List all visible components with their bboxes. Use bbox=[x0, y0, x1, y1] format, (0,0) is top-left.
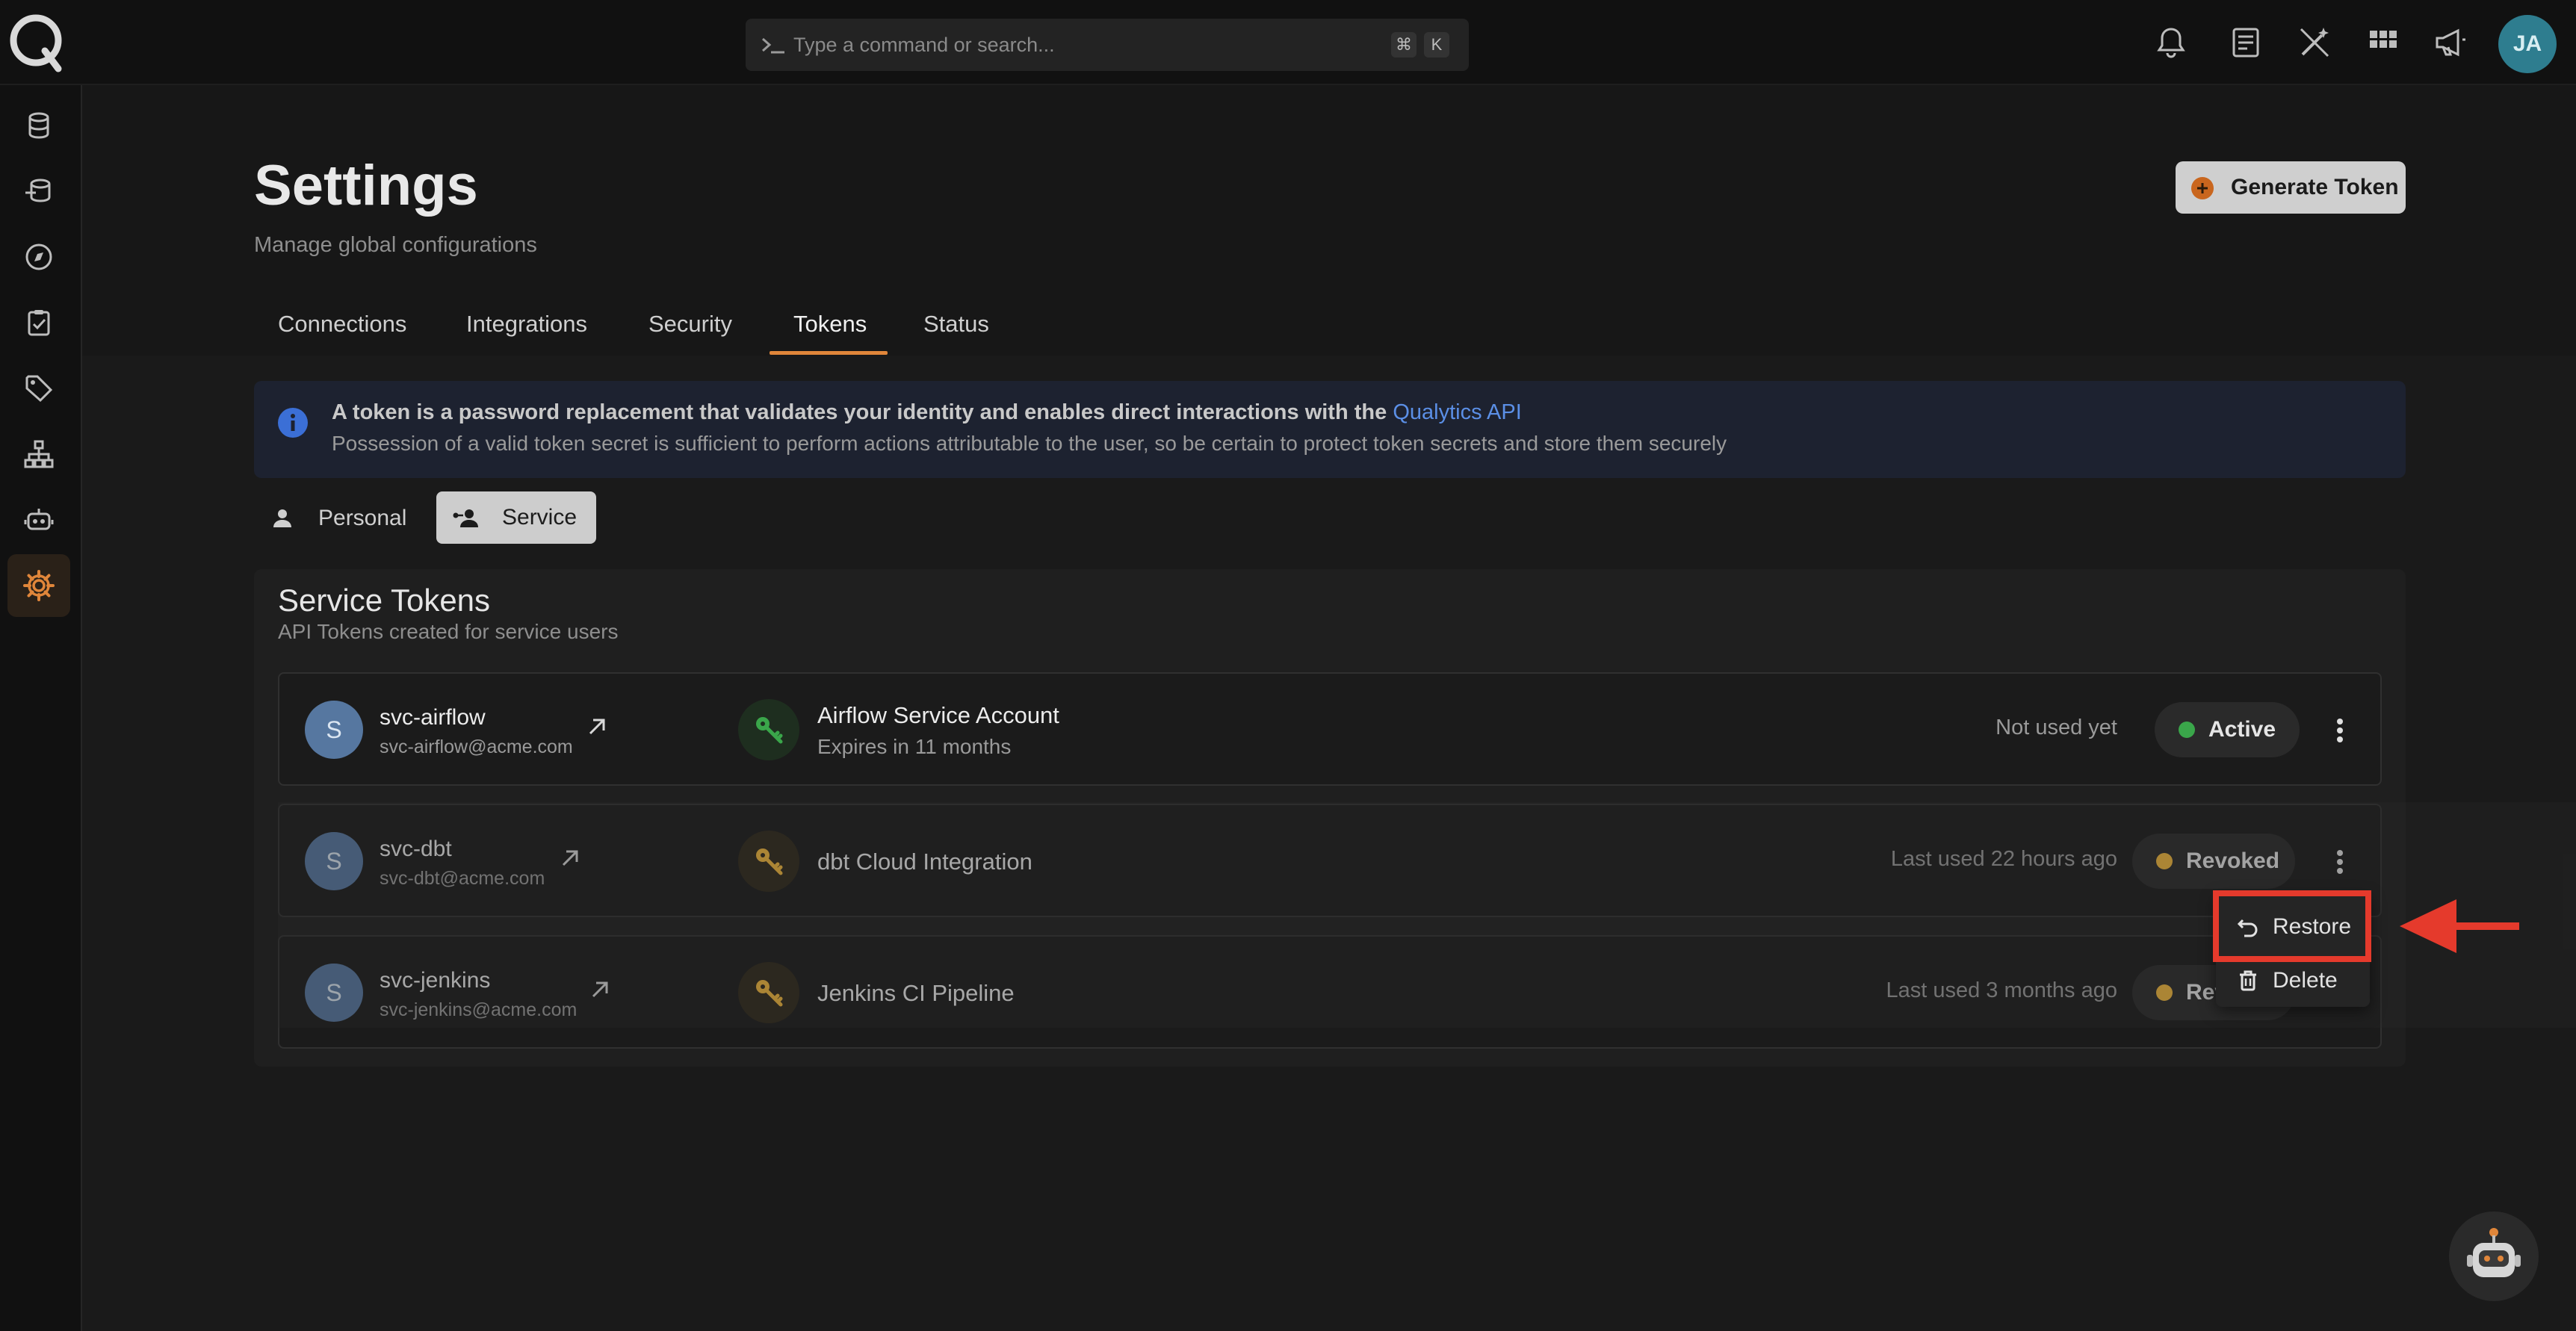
token-expiry: Expires in 11 months bbox=[817, 735, 1012, 758]
sidebar bbox=[0, 85, 82, 1331]
toggle-service-label: Service bbox=[502, 505, 578, 530]
token-last-used: Not used yet bbox=[1996, 716, 2117, 739]
tab-security[interactable]: Security bbox=[648, 311, 732, 338]
more-options-icon[interactable] bbox=[2325, 716, 2355, 745]
toggle-personal[interactable]: Personal bbox=[263, 493, 420, 544]
magic-wand-icon[interactable] bbox=[2297, 25, 2332, 60]
robot-icon bbox=[24, 509, 54, 530]
service-user-avatar: S bbox=[305, 701, 363, 759]
banner-line-1: A token is a password replacement that v… bbox=[332, 400, 1522, 425]
data-stack-icon bbox=[25, 179, 51, 202]
shortcut-cmd-key: ⌘ bbox=[1391, 32, 1417, 58]
shortcut-k-key: K bbox=[1424, 32, 1449, 58]
database-icon bbox=[28, 112, 49, 139]
card-title: Service Tokens bbox=[278, 583, 491, 618]
service-user-icon bbox=[453, 509, 478, 527]
sidebar-item-enrichment[interactable] bbox=[7, 160, 70, 223]
gear-icon bbox=[23, 570, 55, 601]
apps-grid-icon[interactable] bbox=[2365, 25, 2401, 60]
top-bar: Type a command or search... ⌘ K JA bbox=[0, 0, 2576, 85]
notes-icon[interactable] bbox=[2228, 25, 2264, 60]
trash-icon bbox=[2240, 970, 2256, 991]
delete-label: Delete bbox=[2273, 968, 2338, 993]
tab-status[interactable]: Status bbox=[923, 311, 989, 338]
page-title: Settings bbox=[254, 154, 478, 217]
toggle-service[interactable]: Service bbox=[436, 491, 596, 544]
service-email: svc-airflow@acme.com bbox=[380, 736, 573, 757]
sidebar-item-datastores[interactable] bbox=[7, 94, 70, 157]
sidebar-item-agents[interactable] bbox=[7, 488, 70, 551]
pointer-arrow-icon bbox=[2400, 899, 2519, 953]
hierarchy-icon bbox=[24, 440, 54, 468]
active-tab-indicator bbox=[770, 351, 888, 355]
token-name: Airflow Service Account bbox=[817, 702, 1059, 728]
info-icon bbox=[278, 408, 308, 438]
checklist-icon bbox=[28, 310, 50, 336]
megaphone-icon[interactable] bbox=[2433, 25, 2468, 60]
card-subtitle: API Tokens created for service users bbox=[278, 620, 619, 643]
terminal-prompt-icon bbox=[762, 37, 784, 54]
info-banner: A token is a password replacement that v… bbox=[254, 381, 2406, 478]
banner-line-2: Possession of a valid token secret is su… bbox=[332, 432, 1727, 455]
restore-highlight-box bbox=[2213, 890, 2371, 962]
tag-icon bbox=[25, 375, 53, 403]
assistant-bot-button[interactable] bbox=[2449, 1211, 2539, 1301]
status-dot bbox=[2179, 722, 2195, 738]
open-external-icon[interactable] bbox=[586, 716, 608, 738]
robot-assistant-icon bbox=[2467, 1228, 2521, 1277]
key-icon bbox=[756, 717, 783, 744]
generate-token-label: Generate Token bbox=[2231, 175, 2399, 199]
service-username: svc-airflow bbox=[380, 705, 486, 730]
page-subtitle: Manage global configurations bbox=[254, 233, 537, 257]
generate-token-button[interactable]: Generate Token bbox=[2176, 161, 2406, 214]
bell-icon[interactable] bbox=[2153, 25, 2189, 60]
tab-tokens[interactable]: Tokens bbox=[793, 311, 867, 338]
toggle-personal-label: Personal bbox=[318, 506, 407, 530]
token-key-icon-wrap bbox=[738, 699, 799, 760]
token-row: S svc-airflow svc-airflow@acme.com Airfl… bbox=[278, 672, 2382, 786]
command-search[interactable]: Type a command or search... ⌘ K bbox=[746, 19, 1469, 71]
sidebar-item-settings[interactable] bbox=[7, 554, 70, 617]
sidebar-item-tags[interactable] bbox=[7, 357, 70, 420]
compass-icon bbox=[25, 243, 52, 270]
sidebar-item-checks[interactable] bbox=[7, 291, 70, 354]
command-search-placeholder: Type a command or search... bbox=[793, 34, 1055, 56]
qualytics-api-link[interactable]: Qualytics API bbox=[1393, 400, 1521, 424]
sidebar-item-explore[interactable] bbox=[7, 226, 70, 288]
banner-text: A token is a password replacement that v… bbox=[332, 400, 1387, 424]
status-label: Active bbox=[2208, 717, 2276, 742]
sidebar-item-hierarchy[interactable] bbox=[7, 423, 70, 485]
person-icon bbox=[273, 509, 291, 527]
tab-connections[interactable]: Connections bbox=[278, 311, 406, 338]
app-logo[interactable] bbox=[6, 10, 66, 73]
plus-circle-icon bbox=[2191, 177, 2214, 199]
status-badge: Active bbox=[2155, 702, 2300, 757]
tab-integrations[interactable]: Integrations bbox=[466, 311, 587, 338]
delete-menu-item[interactable]: Delete bbox=[2216, 955, 2370, 1005]
user-avatar[interactable]: JA bbox=[2498, 15, 2557, 73]
